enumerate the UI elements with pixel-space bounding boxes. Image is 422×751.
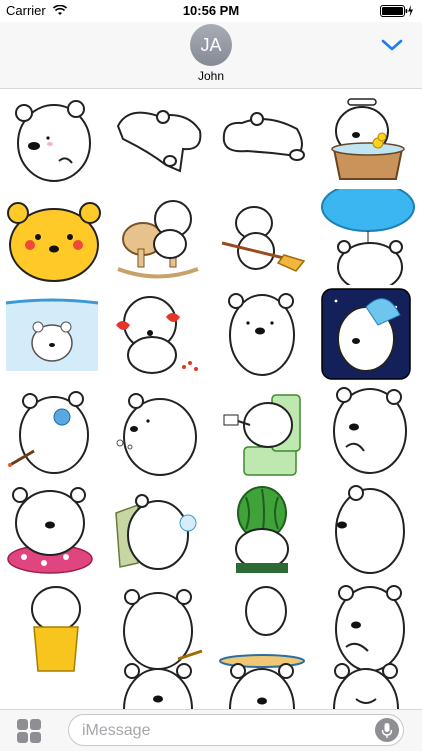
sticker-bear-night-sky[interactable] [316, 287, 416, 383]
status-bar: Carrier 10:56 PM [0, 0, 422, 22]
sticker-bear-lying-down[interactable] [108, 91, 208, 187]
sticker-bear-red-flowers[interactable] [108, 287, 208, 383]
sticker-bear-watermelon[interactable] [212, 483, 312, 579]
message-placeholder: iMessage [82, 722, 151, 739]
sticker-bear-in-yellow-bag[interactable] [4, 581, 104, 677]
sticker-bear-rocking-horse[interactable] [108, 189, 208, 285]
contact-name[interactable]: John [0, 69, 422, 83]
sticker-bear-sighing[interactable] [108, 385, 208, 481]
app-drawer-icon[interactable] [16, 718, 42, 744]
conversation-header: JA John [0, 22, 422, 89]
sticker-bear-bubble[interactable] [108, 483, 208, 579]
battery-icon [380, 5, 414, 20]
sticker-bear-under-ice[interactable] [4, 287, 104, 383]
sticker-bear-broom[interactable] [212, 189, 312, 285]
sticker-bear-fan-pointing[interactable] [4, 385, 104, 481]
sticker-bear-on-cushion[interactable] [4, 483, 104, 579]
sticker-bear-bathtub-duck[interactable] [316, 91, 416, 187]
message-input-bar: iMessage [0, 709, 422, 751]
sticker-bear-stretching[interactable] [212, 91, 312, 187]
message-field[interactable]: iMessage [68, 714, 404, 746]
sticker-bear-standing[interactable] [212, 287, 312, 383]
sticker-grid [0, 89, 422, 709]
sticker-bear-partial-1[interactable] [108, 659, 208, 709]
avatar[interactable]: JA [190, 24, 232, 66]
sticker-bear-partial-3[interactable] [316, 659, 416, 709]
sticker-yellow-bear[interactable] [4, 189, 104, 285]
clock: 10:56 PM [182, 3, 240, 18]
sticker-bear-side-view[interactable] [316, 483, 416, 579]
sticker-bear-on-toilet[interactable] [212, 385, 312, 481]
sticker-bear-partial-2[interactable] [212, 659, 312, 709]
microphone-icon[interactable] [375, 718, 399, 742]
sticker-bear-thinking[interactable] [4, 91, 104, 187]
sticker-bear-balloon[interactable] [316, 182, 416, 292]
sticker-bear-hand-on-mouth[interactable] [316, 385, 416, 481]
chevron-down-icon[interactable] [380, 36, 404, 54]
